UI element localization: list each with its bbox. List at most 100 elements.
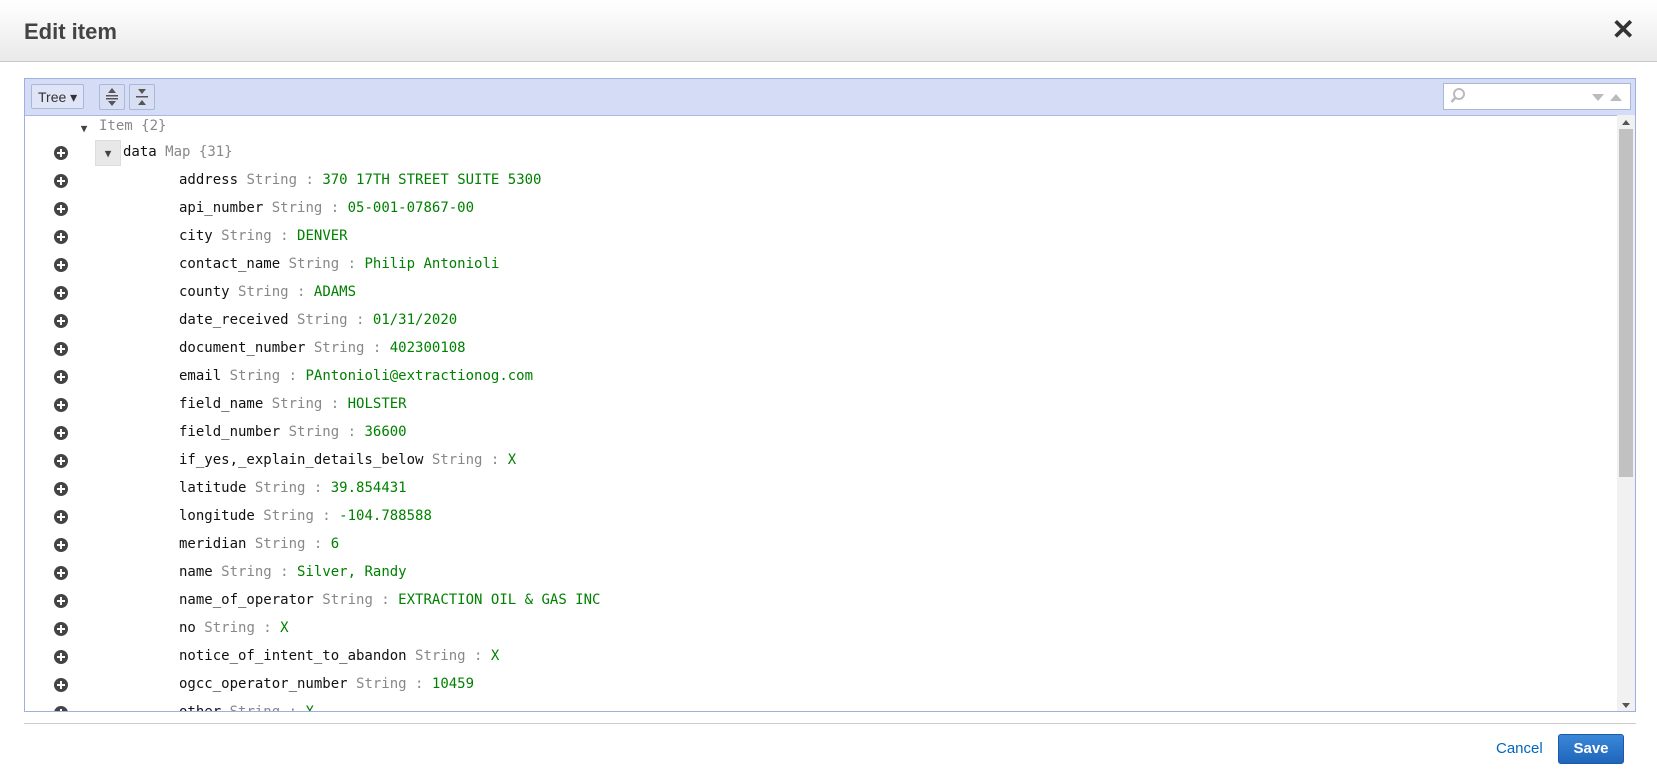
field-value[interactable]: Silver, Randy: [297, 564, 407, 580]
field-value[interactable]: DENVER: [297, 228, 348, 244]
field-type[interactable]: String: [272, 396, 323, 412]
field-value[interactable]: 05-001-07867-00: [348, 200, 474, 216]
field-key[interactable]: county: [179, 284, 230, 300]
field-key[interactable]: ogcc_operator_number: [179, 676, 348, 692]
field-key[interactable]: document_number: [179, 340, 305, 356]
add-icon[interactable]: [54, 566, 68, 580]
scroll-up-icon[interactable]: [1622, 120, 1630, 125]
field-type[interactable]: String: [415, 648, 466, 664]
field-separator: :: [339, 256, 365, 272]
search-box[interactable]: [1443, 83, 1631, 110]
field-type[interactable]: String: [314, 340, 365, 356]
save-button[interactable]: Save: [1558, 734, 1624, 764]
field-type[interactable]: String: [230, 704, 281, 711]
field-value[interactable]: X: [508, 452, 516, 468]
expand-all-button[interactable]: [99, 84, 125, 110]
field-value[interactable]: 6: [331, 536, 339, 552]
add-icon[interactable]: [54, 230, 68, 244]
add-icon[interactable]: [54, 510, 68, 524]
field-key[interactable]: api_number: [179, 200, 263, 216]
add-icon[interactable]: [54, 622, 68, 636]
search-previous-icon[interactable]: [1610, 94, 1622, 101]
field-separator: :: [271, 564, 298, 580]
field-value[interactable]: ADAMS: [314, 284, 356, 300]
search-nav-arrows: [1592, 94, 1622, 101]
field-type[interactable]: String: [255, 536, 306, 552]
field-key[interactable]: field_name: [179, 396, 263, 412]
field-value[interactable]: -104.788588: [339, 508, 432, 524]
field-key[interactable]: email: [179, 368, 221, 384]
field-type[interactable]: String: [221, 228, 272, 244]
field-key[interactable]: latitude: [179, 480, 246, 496]
search-next-icon[interactable]: [1592, 94, 1604, 101]
add-icon[interactable]: [54, 314, 68, 328]
field-key[interactable]: other: [179, 704, 221, 711]
field-key[interactable]: name: [179, 564, 213, 580]
field-value[interactable]: 36600: [364, 424, 406, 440]
tree-field-row: address String : 370 17TH STREET SUITE 5…: [25, 167, 1617, 195]
add-icon[interactable]: [54, 706, 68, 711]
field-type[interactable]: String: [204, 620, 255, 636]
field-type[interactable]: String: [432, 452, 483, 468]
add-icon[interactable]: [54, 454, 68, 468]
field-value[interactable]: 01/31/2020: [373, 312, 457, 328]
field-value[interactable]: X: [491, 648, 499, 664]
field-key[interactable]: contact_name: [179, 256, 280, 272]
cancel-button[interactable]: Cancel: [1496, 740, 1543, 757]
field-key[interactable]: address: [179, 172, 238, 188]
add-icon[interactable]: [54, 398, 68, 412]
field-type[interactable]: String: [297, 312, 348, 328]
field-value[interactable]: 402300108: [390, 340, 466, 356]
field-key[interactable]: city: [179, 228, 213, 244]
close-icon[interactable]: ✕: [1612, 16, 1635, 44]
field-separator: :: [364, 340, 390, 356]
field-key[interactable]: no: [179, 620, 196, 636]
add-icon[interactable]: [54, 678, 68, 692]
add-icon[interactable]: [54, 594, 68, 608]
add-icon[interactable]: [54, 538, 68, 552]
add-icon[interactable]: [54, 482, 68, 496]
field-value[interactable]: 10459: [432, 676, 474, 692]
field-key[interactable]: if_yes,_explain_details_below: [179, 452, 423, 468]
field-value[interactable]: X: [305, 704, 313, 711]
field-value[interactable]: EXTRACTION OIL & GAS INC: [398, 592, 600, 608]
add-icon[interactable]: [54, 258, 68, 272]
field-type[interactable]: String: [221, 564, 272, 580]
field-value[interactable]: X: [280, 620, 288, 636]
add-icon[interactable]: [54, 202, 68, 216]
add-icon[interactable]: [54, 146, 68, 160]
field-type[interactable]: String: [289, 424, 340, 440]
field-value[interactable]: 370 17TH STREET SUITE 5300: [322, 172, 541, 188]
field-key[interactable]: field_number: [179, 424, 280, 440]
field-key[interactable]: name_of_operator: [179, 592, 314, 608]
field-value[interactable]: Philip Antonioli: [364, 256, 499, 272]
expand-toggle-icon[interactable]: ▼: [95, 140, 121, 166]
field-type[interactable]: String: [230, 368, 281, 384]
field-type[interactable]: String: [238, 284, 289, 300]
field-key[interactable]: meridian: [179, 536, 246, 552]
scroll-down-icon[interactable]: [1622, 703, 1630, 708]
field-key[interactable]: longitude: [179, 508, 255, 524]
field-type[interactable]: String: [263, 508, 314, 524]
add-icon[interactable]: [54, 174, 68, 188]
add-icon[interactable]: [54, 426, 68, 440]
add-icon[interactable]: [54, 370, 68, 384]
field-value[interactable]: HOLSTER: [348, 396, 407, 412]
field-type[interactable]: String: [272, 200, 323, 216]
field-key[interactable]: notice_of_intent_to_abandon: [179, 648, 407, 664]
field-key[interactable]: date_received: [179, 312, 289, 328]
field-value[interactable]: PAntonioli@extractionog.com: [305, 368, 533, 384]
field-type[interactable]: String: [255, 480, 306, 496]
field-value[interactable]: 39.854431: [331, 480, 407, 496]
field-type[interactable]: String: [289, 256, 340, 272]
field-type[interactable]: String: [322, 592, 373, 608]
add-icon[interactable]: [54, 342, 68, 356]
collapse-all-button[interactable]: [129, 84, 155, 110]
scrollbar[interactable]: [1617, 115, 1635, 711]
field-type[interactable]: String: [356, 676, 407, 692]
field-type[interactable]: String: [246, 172, 297, 188]
mode-dropdown[interactable]: Tree ▾: [31, 84, 85, 109]
scroll-thumb[interactable]: [1619, 129, 1633, 477]
add-icon[interactable]: [54, 286, 68, 300]
add-icon[interactable]: [54, 650, 68, 664]
